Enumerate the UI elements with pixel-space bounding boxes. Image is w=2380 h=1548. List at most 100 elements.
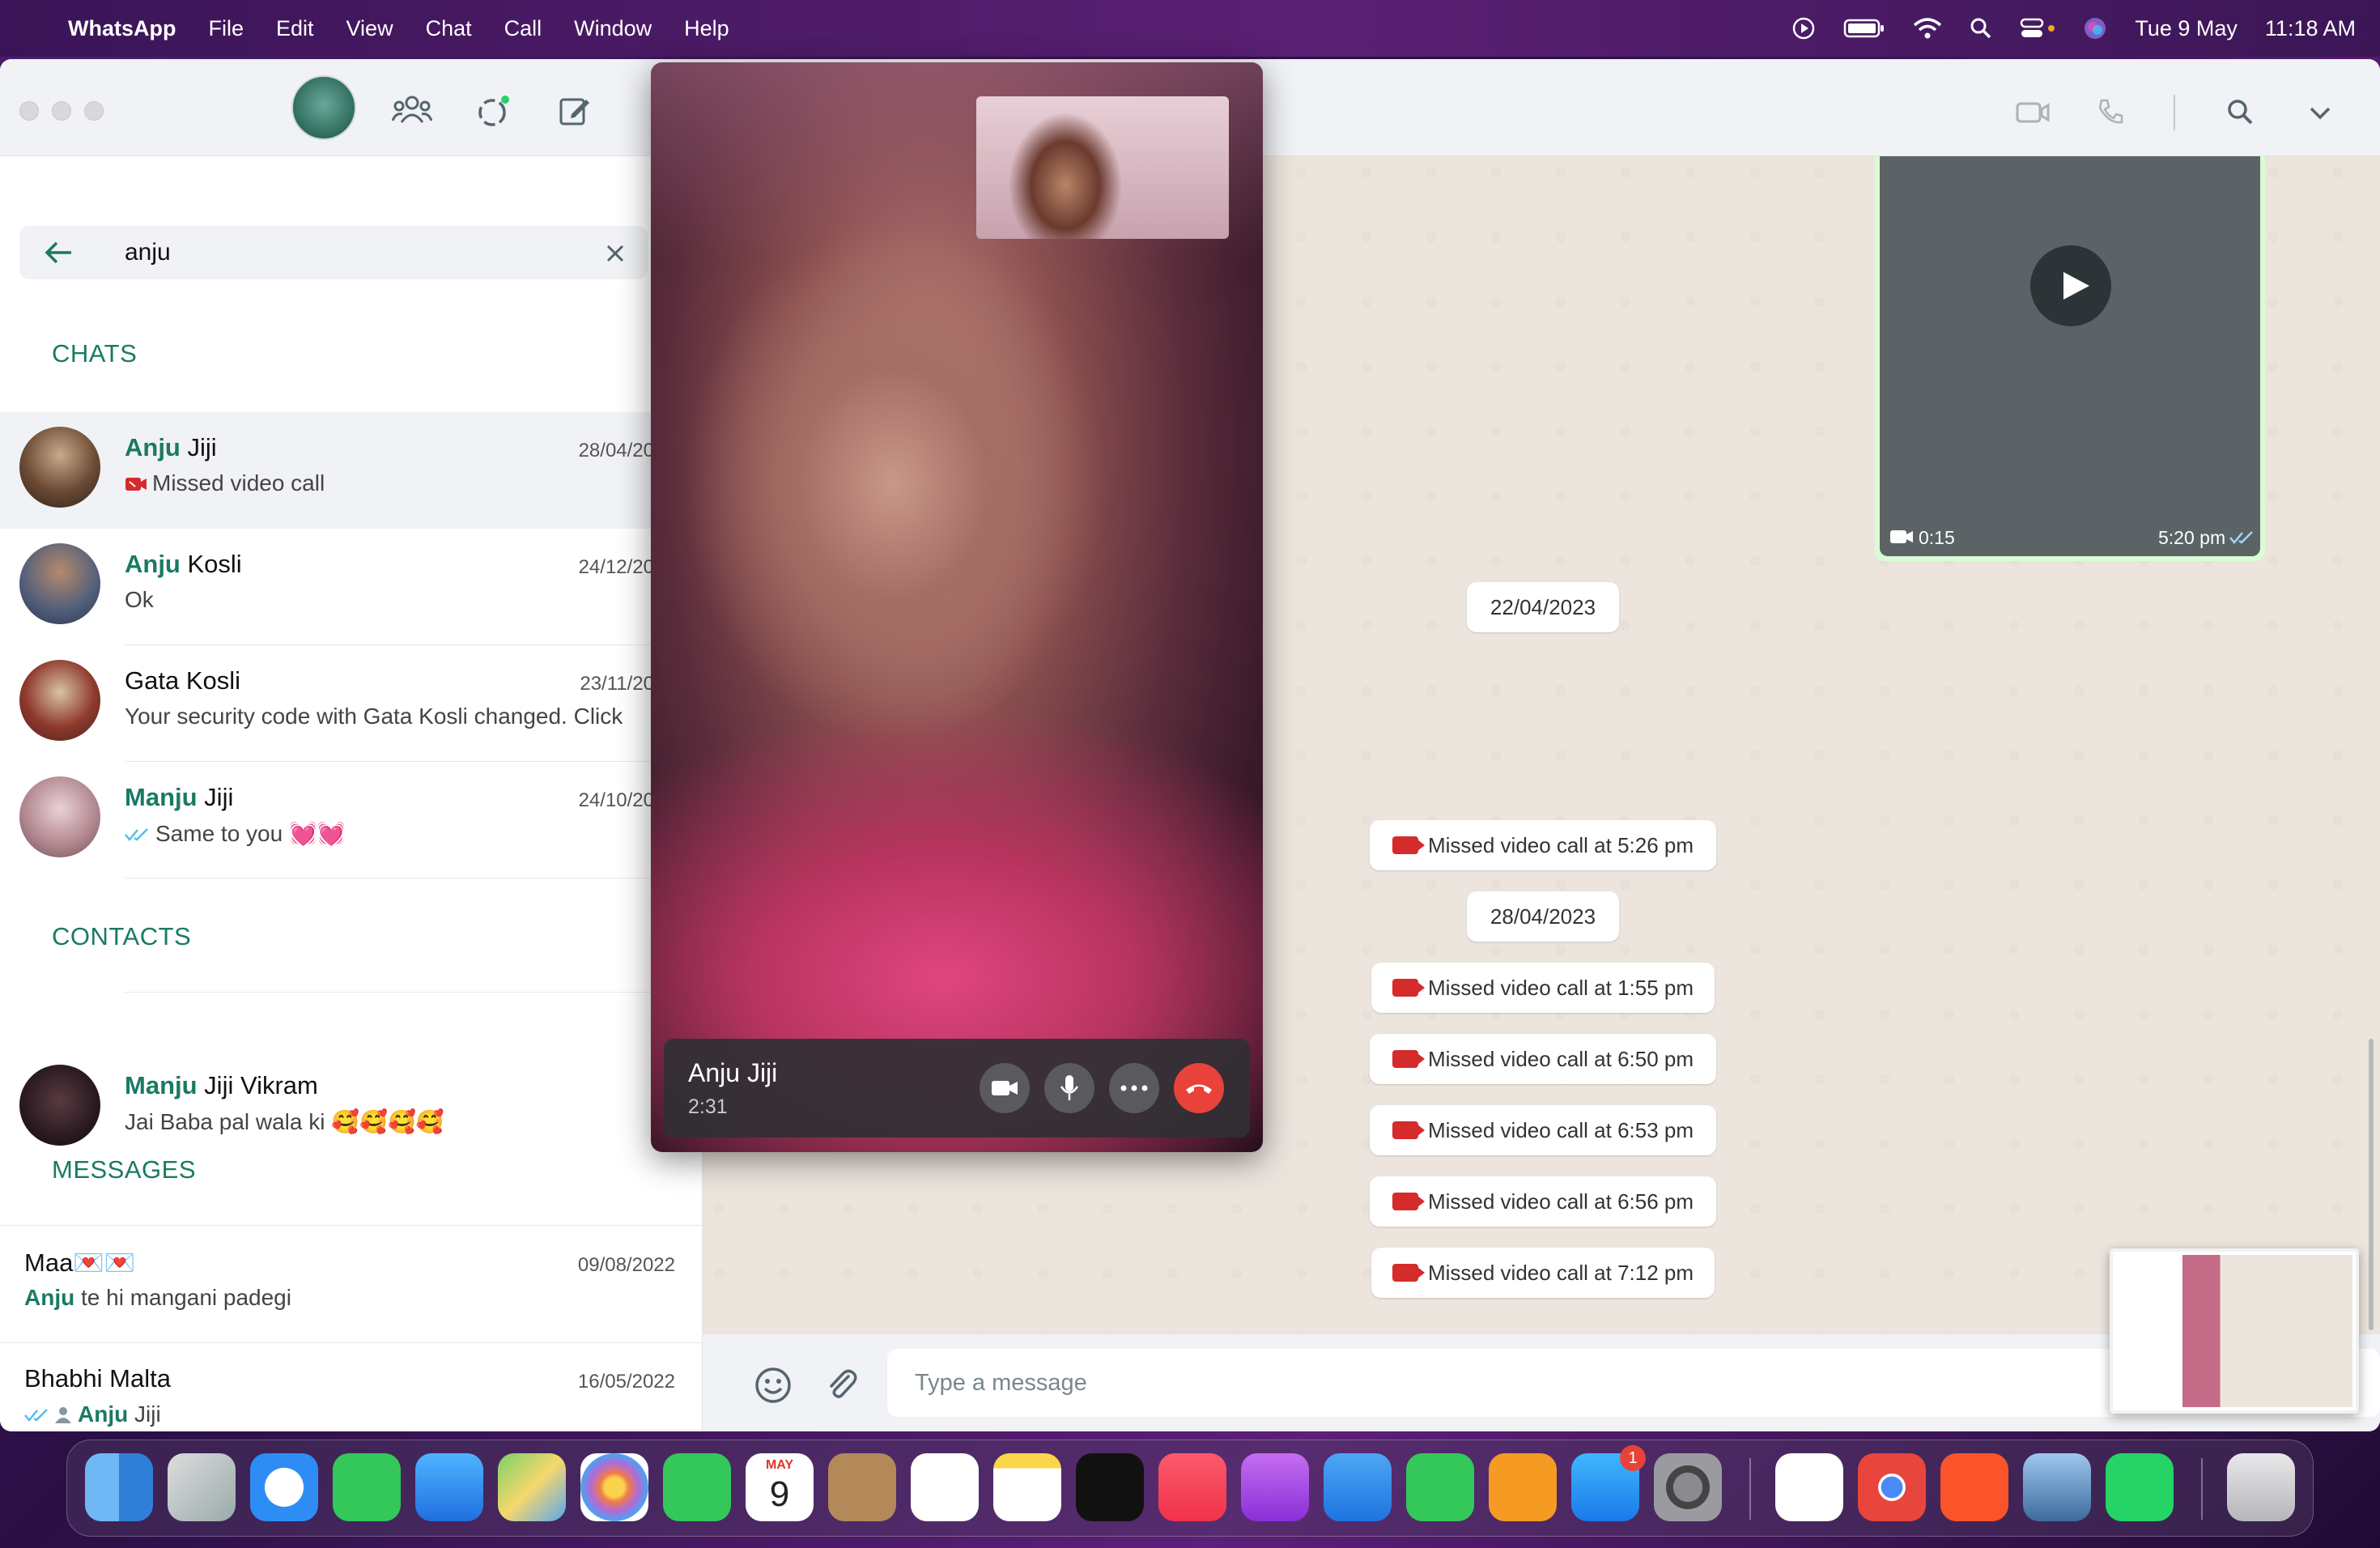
battery-icon[interactable] (1843, 18, 1885, 39)
missed-call-event: Missed video call at 1:55 pm (1371, 963, 1715, 1013)
contacts-icon[interactable] (828, 1453, 896, 1521)
system-settings-icon[interactable] (1654, 1453, 1722, 1521)
self-view-video (976, 96, 1229, 239)
avatar (19, 1065, 100, 1146)
video-call-header-icon[interactable] (2016, 101, 2050, 124)
call-duration: 2:31 (688, 1095, 728, 1118)
apple-tv-icon[interactable] (1076, 1453, 1144, 1521)
menu-window[interactable]: Window (574, 16, 652, 41)
toggle-mic-button[interactable] (1044, 1063, 1094, 1113)
thumbnail-preview (2116, 1255, 2352, 1407)
video-thumbnail[interactable]: 0:15 5:20 pm (1880, 156, 2260, 556)
video-message-bubble[interactable]: 0:15 5:20 pm (1875, 156, 2265, 561)
voice-call-header-icon[interactable] (2097, 98, 2124, 125)
screenshot-thumbnail[interactable] (2110, 1248, 2359, 1414)
chat-row-anju-kosli[interactable]: Anju Kosli Ok 24/12/20 (0, 529, 703, 645)
calendar-icon[interactable]: MAY 9 (746, 1453, 814, 1521)
new-chat-icon[interactable] (559, 95, 591, 127)
communities-icon[interactable] (392, 95, 432, 124)
menu-time[interactable]: 11:18 AM (2265, 16, 2356, 41)
podcasts-icon[interactable] (1241, 1453, 1309, 1521)
missed-video-call-icon (1392, 1121, 1425, 1139)
more-options-button[interactable] (1109, 1063, 1159, 1113)
message-result-maa[interactable]: Maa💌💌 Anju te hi mangani padegi 09/08/20… (0, 1227, 703, 1343)
dock: MAY 9 1 (66, 1440, 2314, 1537)
whatsapp-icon[interactable] (2106, 1453, 2174, 1521)
play-icon (2063, 272, 2089, 300)
chevron-down-icon[interactable] (2309, 106, 2331, 121)
menu-edit[interactable]: Edit (276, 16, 314, 41)
attach-icon[interactable] (824, 1367, 860, 1402)
app-store-badge: 1 (1620, 1445, 1646, 1471)
wifi-icon[interactable] (1913, 17, 1942, 40)
status-icon[interactable] (476, 93, 512, 129)
video-icon (1890, 530, 1913, 543)
header-divider (2174, 95, 2175, 130)
chrome-icon[interactable] (1858, 1453, 1926, 1521)
contact-row-manju-jiji-vikram[interactable]: Manju Jiji Vikram Jai Baba pal wala ki 🥰… (0, 1050, 703, 1167)
back-arrow-icon[interactable] (44, 240, 73, 265)
close-window-button[interactable] (19, 101, 39, 121)
chat-list-sidebar: anju CHATS Anju Jiji Missed video call 2… (0, 156, 709, 1431)
menu-help[interactable]: Help (684, 16, 729, 41)
calendar-month: MAY (765, 1458, 794, 1472)
screen-record-icon[interactable] (1791, 16, 1816, 40)
missed-video-call-icon (1392, 1050, 1425, 1068)
music-icon[interactable] (1158, 1453, 1226, 1521)
pages-icon[interactable] (1489, 1453, 1557, 1521)
launchpad-icon[interactable] (168, 1453, 236, 1521)
mail-icon[interactable] (415, 1453, 483, 1521)
menu-file[interactable]: File (208, 16, 244, 41)
keynote-icon[interactable] (1324, 1453, 1392, 1521)
profile-avatar[interactable] (291, 75, 356, 140)
emoji-icon[interactable] (754, 1367, 792, 1404)
search-input[interactable]: anju (125, 239, 171, 266)
spotlight-search-icon[interactable] (1970, 17, 1992, 40)
maps-icon[interactable] (498, 1453, 566, 1521)
message-input-placeholder: Type a message (915, 1370, 1087, 1396)
messages-icon[interactable] (333, 1453, 401, 1521)
chat-name: Manju Jiji (125, 783, 234, 811)
double-check-icon (24, 1409, 48, 1422)
control-center-icon[interactable] (2020, 17, 2055, 40)
menu-app-name[interactable]: WhatsApp (68, 16, 176, 41)
end-call-button[interactable] (1174, 1063, 1224, 1113)
facetime-icon[interactable] (663, 1453, 731, 1521)
chat-row-manju-jiji[interactable]: Manju Jiji Same to you 💓💓 24/10/20 (0, 762, 703, 878)
video-camera-icon (992, 1081, 1018, 1095)
photos-icon[interactable] (580, 1453, 648, 1521)
safari-icon[interactable] (250, 1453, 318, 1521)
app-store-icon[interactable]: 1 (1571, 1445, 1646, 1521)
calendar-day: 9 (769, 1474, 790, 1514)
dock-separator (1749, 1458, 1751, 1520)
trash-icon[interactable] (2227, 1453, 2295, 1521)
menu-call[interactable]: Call (504, 16, 542, 41)
chat-date: 28/04/20 (578, 440, 654, 461)
missed-call-event: Missed video call at 7:12 pm (1371, 1248, 1715, 1298)
menu-date[interactable]: Tue 9 May (2135, 16, 2238, 41)
vscode-icon[interactable] (1775, 1453, 1843, 1521)
reminders-icon[interactable] (911, 1453, 979, 1521)
chat-date: 24/10/20 (578, 789, 654, 811)
message-chat-title: Maa💌💌 (24, 1248, 136, 1277)
minimize-window-button[interactable] (52, 101, 71, 121)
missed-call-event: Missed video call at 6:53 pm (1370, 1105, 1716, 1155)
menu-chat[interactable]: Chat (426, 16, 472, 41)
zoom-window-button[interactable] (84, 101, 104, 121)
numbers-icon[interactable] (1406, 1453, 1474, 1521)
chat-row-anju-jiji[interactable]: Anju Jiji Missed video call 28/04/20 (0, 412, 703, 529)
siri-icon[interactable] (2083, 16, 2107, 40)
message-result-bhabhi-malta[interactable]: Bhabhi Malta Anju Jiji 16/05/2022 (0, 1343, 703, 1431)
notes-icon[interactable] (993, 1453, 1061, 1521)
chat-scrollbar[interactable] (2369, 1039, 2374, 1330)
preview-icon[interactable] (2023, 1453, 2091, 1521)
finder-icon[interactable] (85, 1453, 153, 1521)
hang-up-icon (1186, 1084, 1212, 1094)
video-call-window[interactable]: Anju Jiji 2:31 (651, 62, 1263, 1152)
toggle-camera-button[interactable] (980, 1063, 1030, 1113)
chat-row-gata-kosli[interactable]: Gata Kosli Your security code with Gata … (0, 645, 703, 762)
clear-search-icon[interactable] (606, 244, 625, 263)
search-chat-icon[interactable] (2226, 98, 2254, 125)
brave-icon[interactable] (1940, 1453, 2008, 1521)
menu-view[interactable]: View (346, 16, 393, 41)
